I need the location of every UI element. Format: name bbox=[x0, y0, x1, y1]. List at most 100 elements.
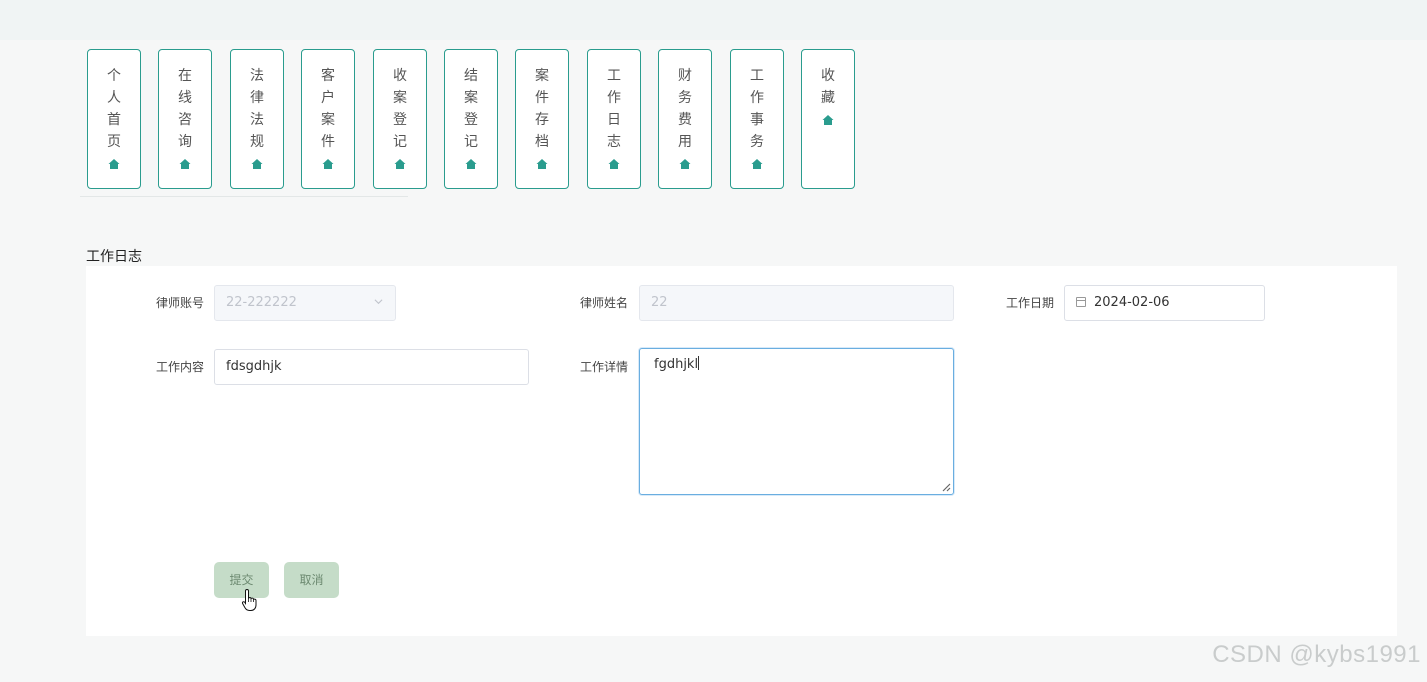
nav-item-char: 线 bbox=[178, 90, 192, 106]
watermark: CSDN @kybs1991 bbox=[1212, 641, 1421, 668]
nav-item-char: 财 bbox=[678, 68, 692, 84]
nav-item-label: 案件存档 bbox=[535, 65, 549, 153]
nav-item-char: 律 bbox=[250, 90, 264, 106]
nav-item-char: 页 bbox=[107, 134, 121, 150]
section-title: 工作日志 bbox=[86, 249, 142, 265]
home-icon bbox=[822, 115, 834, 125]
lawyer-account-value: 22-222222 bbox=[226, 295, 297, 310]
nav-item-label: 在线咨询 bbox=[178, 65, 192, 153]
text-caret bbox=[698, 356, 700, 370]
work-detail-label: 工作详情 bbox=[579, 360, 628, 374]
nav-item-char: 志 bbox=[607, 134, 621, 150]
work-date-picker[interactable]: 2024-02-06 bbox=[1064, 285, 1265, 321]
nav-item-char: 户 bbox=[321, 90, 335, 106]
home-icon bbox=[751, 159, 763, 169]
nav-item-char: 客 bbox=[321, 68, 335, 84]
nav-item-label: 结案登记 bbox=[464, 65, 478, 153]
nav-item-char: 收 bbox=[393, 68, 407, 84]
hand-cursor-icon bbox=[241, 588, 257, 611]
nav-divider bbox=[80, 196, 408, 197]
home-icon bbox=[322, 159, 334, 169]
nav-item-char: 工 bbox=[750, 68, 764, 84]
cancel-button[interactable]: 取消 bbox=[284, 562, 339, 598]
nav-item-char: 记 bbox=[464, 134, 478, 150]
home-icon bbox=[251, 159, 263, 169]
nav-item[interactable]: 结案登记 bbox=[444, 49, 498, 189]
nav-item-char: 务 bbox=[678, 90, 692, 106]
home-icon bbox=[536, 159, 548, 169]
home-icon bbox=[179, 159, 191, 169]
work-date-label: 工作日期 bbox=[1005, 296, 1054, 310]
nav-item-char: 件 bbox=[535, 90, 549, 106]
nav-item-char: 务 bbox=[750, 134, 764, 150]
home-icon bbox=[679, 159, 691, 169]
nav-item-char: 费 bbox=[678, 112, 692, 128]
nav-item[interactable]: 收藏 bbox=[801, 49, 855, 189]
nav-item[interactable]: 个人首页 bbox=[87, 49, 141, 189]
work-detail-value: fgdhjkl bbox=[654, 357, 699, 372]
home-icon bbox=[108, 159, 120, 169]
home-icon bbox=[608, 159, 620, 169]
nav-item-char: 法 bbox=[250, 112, 264, 128]
nav-item[interactable]: 案件存档 bbox=[515, 49, 569, 189]
home-icon bbox=[465, 159, 477, 169]
work-detail-textarea[interactable]: fgdhjkl bbox=[639, 348, 954, 495]
calendar-icon bbox=[1076, 297, 1086, 307]
nav-item-char: 案 bbox=[321, 112, 335, 128]
home-icon bbox=[394, 159, 406, 169]
work-log-form: 律师账号 22-222222 律师姓名 22 工作日期 2024-02-06 工… bbox=[86, 266, 1397, 636]
nav-item-char: 结 bbox=[464, 68, 478, 84]
nav-item-char: 法 bbox=[250, 68, 264, 84]
lawyer-name-label: 律师姓名 bbox=[579, 296, 628, 310]
nav-item[interactable]: 在线咨询 bbox=[158, 49, 212, 189]
nav-item-char: 案 bbox=[464, 90, 478, 106]
nav-item-label: 工作事务 bbox=[750, 65, 764, 153]
nav-item-char: 日 bbox=[607, 112, 621, 128]
nav-item-label: 法律法规 bbox=[250, 65, 264, 153]
nav-item-char: 工 bbox=[607, 68, 621, 84]
nav-item[interactable]: 法律法规 bbox=[230, 49, 284, 189]
nav-item-label: 个人首页 bbox=[107, 65, 121, 153]
nav-item[interactable]: 财务费用 bbox=[658, 49, 712, 189]
nav-item-char: 个 bbox=[107, 68, 121, 84]
nav-item-char: 藏 bbox=[821, 90, 835, 106]
lawyer-account-label: 律师账号 bbox=[155, 296, 204, 310]
lawyer-account-select[interactable]: 22-222222 bbox=[214, 285, 396, 321]
nav-item-char: 存 bbox=[535, 112, 549, 128]
nav-item-char: 规 bbox=[250, 134, 264, 150]
resize-handle-icon[interactable] bbox=[941, 482, 951, 492]
nav-item-char: 案 bbox=[393, 90, 407, 106]
nav-item-char: 登 bbox=[464, 112, 478, 128]
nav-item-char: 询 bbox=[178, 134, 192, 150]
lawyer-name-value: 22 bbox=[651, 295, 668, 310]
nav-item-label: 收案登记 bbox=[393, 65, 407, 153]
nav-item-char: 事 bbox=[750, 112, 764, 128]
nav-item-char: 咨 bbox=[178, 112, 192, 128]
nav-item-char: 作 bbox=[607, 90, 621, 106]
nav-item-char: 人 bbox=[107, 90, 121, 106]
nav-item-char: 作 bbox=[750, 90, 764, 106]
work-content-label: 工作内容 bbox=[155, 360, 204, 374]
top-bar bbox=[0, 0, 1427, 40]
work-content-input[interactable]: fdsgdhjk bbox=[214, 349, 529, 385]
nav-item[interactable]: 客户案件 bbox=[301, 49, 355, 189]
nav-item-char: 在 bbox=[178, 68, 192, 84]
nav-item-label: 工作日志 bbox=[607, 65, 621, 153]
nav-item-label: 收藏 bbox=[821, 65, 835, 109]
nav-item-char: 用 bbox=[678, 134, 692, 150]
nav-item[interactable]: 工作日志 bbox=[587, 49, 641, 189]
nav-item-char: 记 bbox=[393, 134, 407, 150]
nav-item-label: 客户案件 bbox=[321, 65, 335, 153]
nav-item-char: 案 bbox=[535, 68, 549, 84]
nav-item-char: 档 bbox=[535, 134, 549, 150]
work-content-value: fdsgdhjk bbox=[226, 359, 282, 374]
nav-item[interactable]: 工作事务 bbox=[730, 49, 784, 189]
nav-item-char: 件 bbox=[321, 134, 335, 150]
chevron-down-icon bbox=[374, 299, 383, 305]
nav-item-label: 财务费用 bbox=[678, 65, 692, 153]
nav-item-char: 首 bbox=[107, 112, 121, 128]
work-date-value: 2024-02-06 bbox=[1094, 295, 1170, 310]
nav-item-char: 登 bbox=[393, 112, 407, 128]
nav-item[interactable]: 收案登记 bbox=[373, 49, 427, 189]
lawyer-name-field[interactable]: 22 bbox=[639, 285, 954, 321]
